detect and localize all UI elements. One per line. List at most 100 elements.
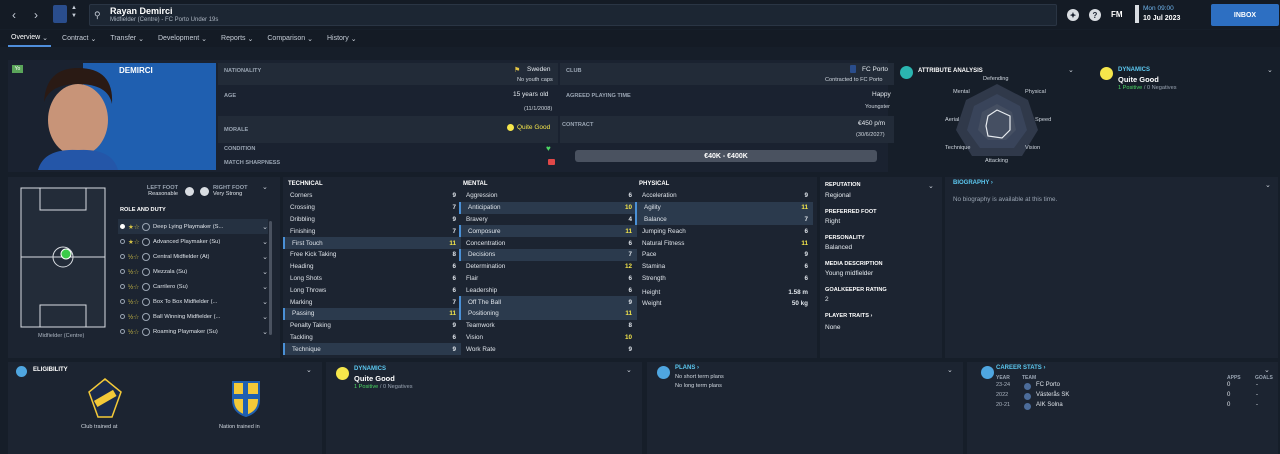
attribute-row[interactable]: Acceleration 9 — [635, 190, 813, 202]
settings-icon[interactable]: ✦ — [1067, 9, 1079, 21]
attribute-row[interactable]: Agility 11 — [635, 201, 813, 214]
career-link[interactable]: CAREER STATS › — [996, 365, 1045, 371]
attribute-row[interactable]: Strength 6 — [635, 273, 813, 285]
attribute-row[interactable]: Stamina 6 — [635, 261, 813, 273]
career-team[interactable]: AIK Solna — [1036, 402, 1063, 408]
attribute-row[interactable]: Flair 6 — [459, 273, 637, 285]
radio-icon[interactable] — [120, 284, 125, 289]
chevron-down-icon[interactable]: ⌄ — [262, 283, 268, 291]
attribute-row[interactable]: Long Shots 6 — [283, 273, 461, 285]
attribute-row[interactable]: Penalty Taking 9 — [283, 320, 461, 332]
info-icon[interactable] — [142, 222, 150, 231]
radio-icon[interactable] — [120, 329, 125, 334]
radio-icon[interactable] — [120, 224, 125, 229]
attribute-row[interactable]: Positioning 11 — [459, 307, 637, 320]
radio-icon[interactable] — [120, 299, 125, 304]
forward-icon[interactable]: › — [28, 5, 44, 25]
info-icon[interactable] — [142, 312, 150, 321]
back-icon[interactable]: ‹ — [6, 5, 22, 25]
info-icon[interactable] — [142, 252, 150, 261]
tab-development[interactable]: Development ⌄ — [155, 31, 210, 47]
attribute-row[interactable]: Jumping Reach 6 — [635, 225, 813, 237]
tab-transfer[interactable]: Transfer ⌄ — [107, 31, 147, 47]
aik-badge-icon[interactable] — [88, 378, 122, 418]
attribute-row[interactable]: Composure 11 — [459, 225, 637, 238]
attribute-row[interactable]: Finishing 7 — [283, 225, 461, 237]
tab-reports[interactable]: Reports ⌄ — [218, 31, 256, 47]
attribute-row[interactable]: Corners 9 — [283, 190, 461, 202]
inbox-button[interactable]: INBOX — [1211, 4, 1279, 26]
attribute-row[interactable]: Pace 9 — [635, 249, 813, 261]
scrollbar[interactable] — [269, 221, 272, 335]
info-icon[interactable] — [142, 327, 150, 336]
attribute-row[interactable]: Crossing 7 — [283, 202, 461, 214]
attribute-row[interactable]: Vision 10 — [459, 332, 637, 344]
chevron-down-icon[interactable]: ⌄ — [262, 313, 268, 321]
chevron-down-icon[interactable]: ⌄ — [306, 366, 312, 374]
tab-comparison[interactable]: Comparison ⌄ — [264, 31, 316, 47]
morale-value[interactable]: Quite Good — [517, 124, 550, 131]
up-down-icon[interactable]: ▲ ▼ — [71, 4, 77, 20]
attribute-row[interactable]: Leadership 6 — [459, 284, 637, 296]
chevron-down-icon[interactable]: ⌄ — [262, 328, 268, 336]
chevron-down-icon[interactable]: ⌄ — [262, 268, 268, 276]
search-icon[interactable]: ⚲ — [94, 10, 101, 21]
chevron-down-icon[interactable]: ⌄ — [1264, 366, 1270, 374]
nationality-value[interactable]: Sweden — [527, 66, 551, 73]
tab-contract[interactable]: Contract ⌄ — [59, 31, 99, 47]
chevron-down-icon[interactable]: ⌄ — [928, 182, 934, 190]
help-icon[interactable]: ? — [1089, 9, 1101, 21]
attribute-row[interactable]: Heading 6 — [283, 261, 461, 273]
radio-icon[interactable] — [120, 314, 125, 319]
sweden-badge-icon[interactable] — [231, 378, 261, 418]
attribute-row[interactable]: Balance 7 — [635, 213, 813, 226]
attribute-row[interactable]: Decisions 7 — [459, 248, 637, 261]
attribute-row[interactable]: First Touch 11 — [283, 237, 461, 249]
chevron-down-icon[interactable]: ⌄ — [262, 223, 268, 231]
radio-icon[interactable] — [120, 254, 125, 259]
role-item[interactable]: ½☆ Carrilero (Su) ⌄ — [118, 279, 268, 294]
chevron-down-icon[interactable]: ⌄ — [947, 366, 953, 374]
attribute-row[interactable]: Bravery 4 — [459, 214, 637, 226]
attribute-row[interactable]: Aggression 6 — [459, 190, 637, 202]
role-item[interactable]: ½☆ Box To Box Midfielder (... ⌄ — [118, 294, 268, 309]
info-icon[interactable] — [142, 297, 150, 306]
player-traits-link[interactable]: PLAYER TRAITS › — [825, 313, 872, 319]
career-team[interactable]: Västerås SK — [1036, 392, 1069, 398]
career-row[interactable]: 20-21 AIK Solna 0 - — [967, 402, 1278, 412]
chevron-down-icon[interactable]: ⌄ — [262, 238, 268, 246]
attribute-row[interactable]: Technique 9 — [283, 343, 461, 356]
dynamics-link[interactable]: DYNAMICS — [1118, 67, 1150, 73]
attribute-row[interactable]: Passing 11 — [283, 307, 461, 320]
chevron-down-icon[interactable]: ⌄ — [262, 183, 268, 191]
club-value[interactable]: FC Porto — [862, 66, 888, 73]
chevron-down-icon[interactable]: ⌄ — [1267, 66, 1273, 74]
career-team[interactable]: FC Porto — [1036, 382, 1060, 388]
club-badge-icon[interactable] — [53, 5, 67, 23]
chevron-down-icon[interactable]: ⌄ — [262, 298, 268, 306]
role-item[interactable]: ½☆ Ball Winning Midfielder (... ⌄ — [118, 309, 268, 324]
tab-overview[interactable]: Overview ⌄ — [8, 31, 52, 47]
attribute-row[interactable]: Marking 7 — [283, 296, 461, 308]
radio-icon[interactable] — [120, 269, 125, 274]
dynamics-link[interactable]: DYNAMICS — [354, 366, 386, 372]
tab-history[interactable]: History ⌄ — [324, 31, 360, 47]
attribute-row[interactable]: Dribbling 9 — [283, 214, 461, 226]
info-icon[interactable] — [142, 267, 150, 276]
plans-link[interactable]: PLANS › — [675, 365, 699, 371]
role-item[interactable]: ★☆ Deep Lying Playmaker (S... ⌄ — [118, 219, 268, 234]
attribute-row[interactable]: Work Rate 9 — [459, 343, 637, 355]
attribute-row[interactable]: Off The Ball 9 — [459, 296, 637, 308]
info-icon[interactable] — [142, 237, 150, 246]
attribute-row[interactable]: Long Throws 6 — [283, 284, 461, 296]
chevron-down-icon[interactable]: ⌄ — [1265, 181, 1271, 189]
career-row[interactable]: 23-24 FC Porto 0 - — [967, 382, 1278, 392]
attribute-row[interactable]: Concentration 6 — [459, 237, 637, 249]
transfer-value-bar[interactable]: €40K - €400K — [575, 150, 877, 162]
biography-link[interactable]: BIOGRAPHY › — [953, 180, 993, 186]
fm-logo[interactable]: FM — [1111, 10, 1123, 19]
attribute-row[interactable]: Anticipation 10 — [459, 201, 637, 214]
chevron-down-icon[interactable]: ⌄ — [262, 253, 268, 261]
chevron-down-icon[interactable]: ⌄ — [626, 366, 632, 374]
role-item[interactable]: ½☆ Roaming Playmaker (Su) ⌄ — [118, 324, 268, 339]
